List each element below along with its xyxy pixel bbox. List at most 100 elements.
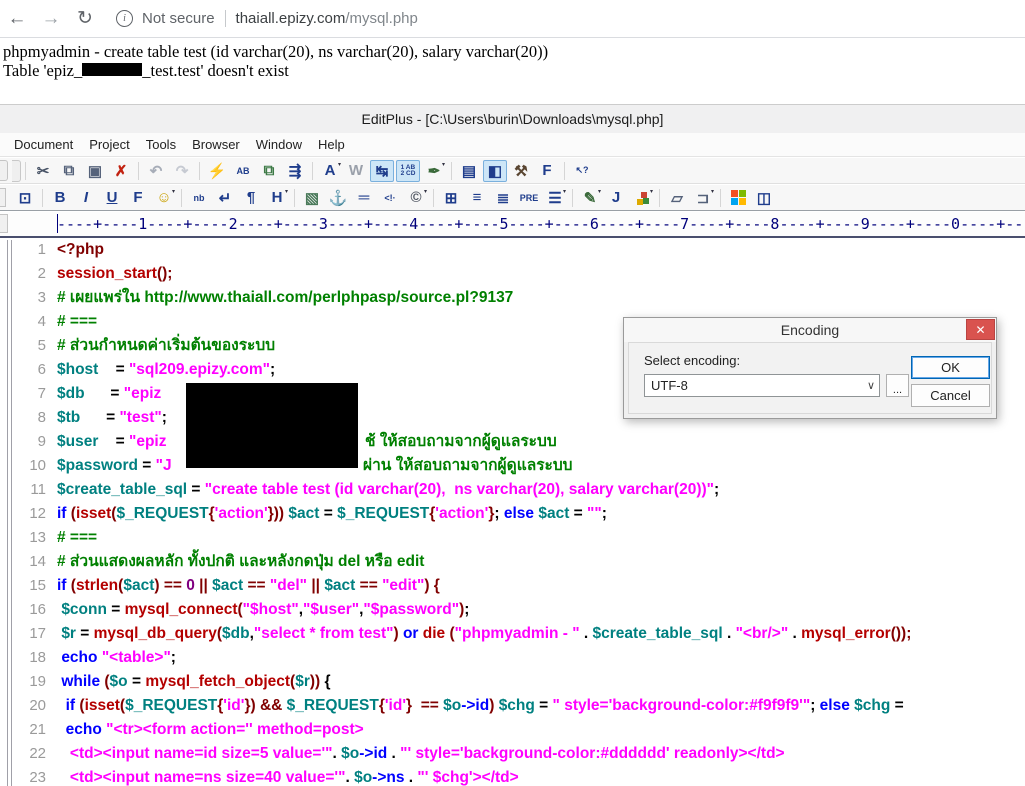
italic-icon[interactable]: I — [74, 187, 98, 209]
find-highlight-icon[interactable]: ⚡ — [205, 160, 229, 182]
objects-icon[interactable] — [630, 187, 654, 209]
context-help-icon-glyph: ↖? — [575, 165, 589, 175]
back-icon[interactable]: ← — [0, 8, 34, 30]
delete-icon[interactable]: ✗ — [109, 160, 133, 182]
code-token: $r — [61, 625, 76, 642]
code-line-14[interactable]: 14 # ส่วนแสดงผลหลัก ทั้งปกติ และหลังกดปุ่… — [0, 550, 1025, 574]
code-token: = — [84, 385, 124, 402]
goto-line-icon[interactable]: ⇶ — [283, 160, 307, 182]
code-token: $_REQUEST — [337, 505, 430, 522]
comment-icon[interactable]: <!· — [378, 187, 402, 209]
menu-project[interactable]: Project — [81, 135, 137, 154]
windows-logo-icon[interactable] — [726, 187, 750, 209]
code-line-23[interactable]: 23 <td><input name=ns size=40 value='". … — [0, 766, 1025, 786]
cancel-button[interactable]: Cancel — [911, 384, 990, 407]
code-line-18[interactable]: 18 echo "<table>"; — [0, 646, 1025, 670]
indent-tag-icon[interactable]: ⊐ — [691, 187, 715, 209]
word-wrap-icon[interactable]: ↹ — [370, 159, 394, 182]
code-line-22[interactable]: 22 <td><input name=id size=5 value='". $… — [0, 742, 1025, 766]
function-list-icon[interactable]: F — [535, 160, 559, 182]
split-window-icon[interactable]: ◫ — [752, 187, 776, 209]
redaction-box-editor — [186, 383, 358, 468]
text-color-icon[interactable]: A — [318, 160, 342, 182]
encoding-combobox[interactable]: UTF-8 ∨ — [644, 374, 880, 397]
menu-window[interactable]: Window — [248, 135, 310, 154]
code-line-3[interactable]: 3 # เผยแพร่ใน http://www.thaiall.com/perl… — [0, 286, 1025, 310]
document-list-icon[interactable]: ▤ — [457, 160, 481, 182]
paste-icon[interactable]: ▣ — [83, 160, 107, 182]
spell-check-icon[interactable]: ✒ — [422, 160, 446, 182]
user-tools-icon[interactable]: ⚒ — [509, 160, 533, 182]
anchor-icon[interactable]: ⚓ — [326, 187, 350, 209]
menu-help[interactable]: Help — [310, 135, 353, 154]
horizontal-rule-icon[interactable]: ═ — [352, 187, 376, 209]
sort-icon[interactable]: 1 AB 2 CD — [396, 159, 420, 182]
menu-browser[interactable]: Browser — [184, 135, 248, 154]
code-token: $tb — [57, 409, 81, 426]
url-path: /mysql.php — [345, 9, 418, 27]
dialog-close-button[interactable]: ✕ — [966, 319, 995, 340]
reload-icon[interactable]: ↻ — [68, 7, 102, 30]
code-line-2[interactable]: 2 session_start(); — [0, 262, 1025, 286]
emoticon-icon[interactable]: ☺ — [152, 187, 176, 209]
nbsp-icon[interactable]: nb — [187, 187, 211, 209]
toolbar-separator — [181, 188, 182, 207]
tag-folder-icon[interactable]: ▱ — [665, 187, 689, 209]
code-line-21[interactable]: 21 echo "<tr><form action='' method=post… — [0, 718, 1025, 742]
code-token: "<table>" — [101, 649, 171, 666]
browse-encodings-button[interactable]: ... — [886, 374, 909, 397]
script-icon[interactable]: ✎ — [578, 187, 602, 209]
context-help-icon[interactable]: ↖? — [570, 160, 594, 182]
bold-icon[interactable]: B — [48, 187, 72, 209]
url-text[interactable]: thaiall.epizy.com/mysql.php — [236, 10, 418, 28]
code-line-16[interactable]: 16 $conn = mysql_connect("$host","$user"… — [0, 598, 1025, 622]
code-line-15[interactable]: 15 if (strlen($act) == 0 || $act == "del"… — [0, 574, 1025, 598]
encoding-dialog: Encoding ✕ Select encoding: UTF-8 ∨ ... … — [623, 317, 997, 419]
heading-icon[interactable]: H — [265, 187, 289, 209]
site-info-icon[interactable]: i — [116, 10, 133, 27]
copy-html-icon[interactable]: ⧉ — [257, 160, 281, 182]
code-line-12[interactable]: 12 if (isset($_REQUEST{'action'})) $act =… — [0, 502, 1025, 526]
code-line-20[interactable]: 20 if (isset($_REQUEST{'id'}) && $_REQUE… — [0, 694, 1025, 718]
view-in-browser-icon[interactable]: ⊡ — [13, 187, 37, 209]
table-icon[interactable]: ⊞ — [439, 187, 463, 209]
code-line-9[interactable]: 9 $user = "epiz ช้ ให้สอบถามจากผู้ดูแลระบบ — [0, 430, 1025, 454]
watch-window-icon[interactable]: W — [344, 160, 368, 182]
forward-icon[interactable]: → — [34, 8, 68, 30]
toolbar-separator — [312, 161, 313, 180]
align-center-icon[interactable]: ≡ — [465, 187, 489, 209]
cut-icon[interactable]: ✂ — [31, 160, 55, 182]
menu-tools[interactable]: Tools — [138, 135, 184, 154]
not-secure-label[interactable]: Not secure — [142, 10, 215, 27]
code-line-10[interactable]: 10 $password = "J ผ่าน ให้สอบถามจากผู้ดูแล… — [0, 454, 1025, 478]
replace-icon[interactable]: AB — [231, 160, 255, 182]
code-line-13[interactable]: 13 # === — [0, 526, 1025, 550]
copy-icon[interactable]: ⧉ — [57, 160, 81, 182]
font-icon-glyph: F — [133, 189, 143, 206]
code-line-11[interactable]: 11 $create_table_sql = "create table test… — [0, 478, 1025, 502]
screenshot-root: { "browser": { "back_glyph": "←", "forwa… — [0, 0, 1025, 786]
menu-document[interactable]: Document — [6, 135, 81, 154]
align-right-icon[interactable]: ≣ — [491, 187, 515, 209]
code-line-19[interactable]: 19 while ($o = mysql_fetch_object($r)) { — [0, 670, 1025, 694]
side-panel-icon[interactable]: ◧ — [483, 159, 507, 182]
code-comment-tail: ผ่าน ให้สอบถามจากผู้ดูแลระบบ — [363, 457, 573, 474]
line-break-icon[interactable]: ↵ — [213, 187, 237, 209]
special-char-icon[interactable]: © — [404, 187, 428, 209]
code-line-17[interactable]: 17 $r = mysql_db_query($db,"select * fro… — [0, 622, 1025, 646]
redo-icon[interactable]: ↷ — [170, 160, 194, 182]
horizontal-rule-icon-glyph: ═ — [358, 189, 370, 206]
ok-button[interactable]: OK — [911, 356, 990, 379]
undo-icon[interactable]: ↶ — [144, 160, 168, 182]
code-token: ; — [170, 649, 176, 666]
code-line-1[interactable]: 1 <?php — [0, 238, 1025, 262]
insert-image-icon[interactable]: ▧ — [300, 187, 324, 209]
code-token: "<br/>" — [735, 625, 789, 642]
list-icon[interactable]: ☰ — [543, 187, 567, 209]
font-icon[interactable]: F — [126, 187, 150, 209]
java-icon[interactable]: J — [604, 187, 628, 209]
preformat-icon[interactable]: PRE — [517, 187, 541, 209]
paragraph-icon[interactable]: ¶ — [239, 187, 263, 209]
underline-icon[interactable]: U — [100, 187, 124, 209]
code-token: ; — [601, 505, 607, 522]
